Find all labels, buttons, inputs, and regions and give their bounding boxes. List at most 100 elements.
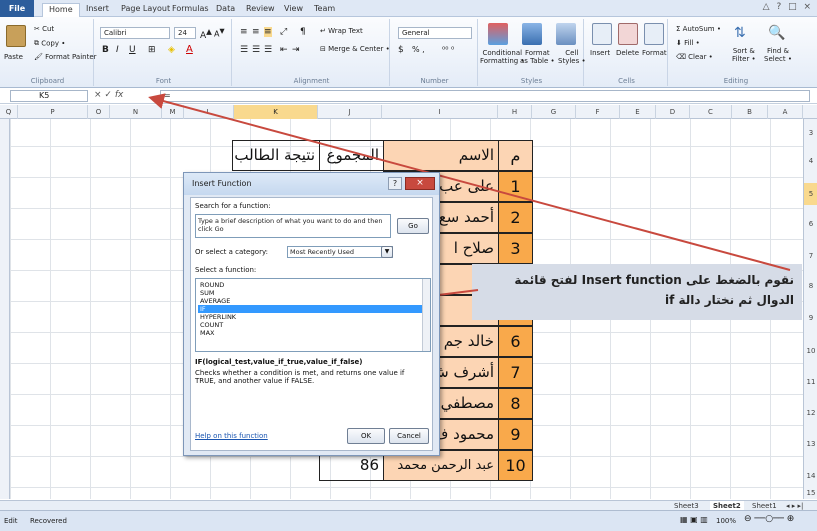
row-header[interactable]: 11 [804,378,817,386]
insert-function-button[interactable]: fx [115,90,124,100]
header-total-cell[interactable]: المجموع [319,140,384,171]
row-header[interactable]: 8 [804,282,817,290]
header-result-cell[interactable]: نتيجة الطالب [232,140,320,171]
font-color-icon[interactable]: A [186,44,193,55]
fill-color-icon[interactable]: ◈ [168,45,175,55]
align-center-icon[interactable]: ☰ [252,45,260,55]
column-header[interactable]: J [318,105,382,119]
currency-icon[interactable]: $ [398,45,404,55]
student-number-cell[interactable]: 9 [498,419,533,450]
category-dropdown-icon[interactable]: ▼ [381,246,393,258]
clear-button[interactable]: ⌫ Clear • [676,53,713,61]
row-header[interactable]: 15 [804,489,817,497]
sort-filter-button[interactable]: Sort & Filter • [732,47,756,63]
borders-icon[interactable]: ⊞ [148,45,156,55]
tab-view[interactable]: View [278,3,309,17]
tab-team[interactable]: Team [308,3,341,17]
function-list-scrollbar[interactable] [422,279,430,351]
row-header[interactable]: 6 [804,220,817,228]
column-header[interactable]: D [656,105,690,119]
formula-input[interactable]: = [160,90,810,102]
dialog-help-button[interactable]: ? [388,177,402,190]
font-name-select[interactable]: Calibri [100,27,170,39]
column-header[interactable]: Q [0,105,18,119]
student-number-cell[interactable]: 6 [498,326,533,357]
student-number-cell[interactable]: 3 [498,233,533,264]
insert-cells-icon[interactable] [592,23,612,45]
conditional-formatting-button[interactable]: Conditional Formatting • [480,49,525,65]
indent-icon[interactable]: ⇤ [280,45,288,55]
row-header[interactable]: 10 [804,347,817,355]
column-header[interactable]: N [110,105,162,119]
font-size-select[interactable]: 24 [174,27,196,39]
conditional-formatting-icon[interactable] [488,23,508,45]
column-header[interactable]: B [732,105,768,119]
shrink-font-button[interactable]: A▼ [214,27,225,39]
function-list-item[interactable]: MAX [198,329,424,337]
function-list-item-selected[interactable]: IF [198,305,424,313]
tab-review[interactable]: Review [240,3,281,17]
find-select-button[interactable]: Find & Select • [764,47,792,63]
row-header[interactable]: 7 [804,252,817,260]
header-name-cell[interactable]: الاسم [383,140,499,171]
column-header[interactable]: O [88,105,110,119]
align-middle-icon[interactable]: ≡ [252,27,260,37]
tab-file[interactable]: File [0,0,34,17]
student-number-cell[interactable]: 1 [498,171,533,202]
tab-formulas[interactable]: Formulas [166,3,215,17]
column-header[interactable]: I [382,105,498,119]
format-painter-button[interactable]: 🖌 Format Painter [34,53,97,61]
function-list[interactable]: ROUND SUM AVERAGE IF HYPERLINK COUNT MAX [195,278,431,352]
orientation-icon[interactable]: ⤢ [280,27,287,37]
paste-button[interactable]: Paste [4,53,23,61]
column-header[interactable]: C [690,105,732,119]
align-top-icon[interactable]: ≡ [240,27,248,37]
wrap-text-button[interactable]: ↵ Wrap Text [320,27,363,35]
window-controls[interactable]: △ ? □ × [763,2,813,12]
binoculars-icon[interactable]: 🔍 [768,25,785,41]
ok-button[interactable]: OK [347,428,385,444]
student-number-cell[interactable]: 7 [498,357,533,388]
column-header[interactable]: G [532,105,576,119]
enter-icon[interactable]: ✓ [104,90,112,100]
bold-button[interactable]: B [102,45,109,55]
align-left-icon[interactable]: ☰ [240,45,248,55]
category-select[interactable]: Most Recently Used [287,246,393,258]
paste-icon[interactable] [6,25,26,47]
column-header[interactable]: M [162,105,184,119]
help-on-function-link[interactable]: Help on this function [195,432,268,440]
row-header[interactable]: 13 [804,440,817,448]
sort-filter-icon[interactable]: ⇅ [734,25,746,41]
student-number-cell[interactable]: 10 [498,450,533,481]
row-header[interactable]: 3 [804,129,817,137]
delete-cells-button[interactable]: Delete [616,49,639,57]
tab-data[interactable]: Data [210,3,241,17]
function-list-item[interactable]: ROUND [198,281,424,289]
column-header[interactable]: H [498,105,532,119]
grow-font-button[interactable]: A▲ [200,27,212,41]
number-format-select[interactable]: General [398,27,472,39]
align-right-icon[interactable]: ☰ [264,45,272,55]
copy-button[interactable]: ⧉ Copy • [34,39,65,48]
zoom-slider[interactable]: ⊖ ──○── ⊕ [744,514,794,524]
underline-button[interactable]: U [129,45,136,55]
column-header[interactable]: L [184,105,234,119]
row-header[interactable]: 12 [804,409,817,417]
function-list-item[interactable]: COUNT [198,321,424,329]
cell-styles-icon[interactable] [556,23,576,45]
dialog-close-button[interactable]: × [405,177,435,190]
rtl-icon[interactable]: ¶ [300,27,306,37]
outdent-icon[interactable]: ⇥ [292,45,300,55]
cut-button[interactable]: ✂ Cut [34,25,54,33]
format-table-icon[interactable] [522,23,542,45]
format-cells-button[interactable]: Format [642,49,667,57]
format-as-table-button[interactable]: Format as Table • [520,49,555,65]
align-bottom-icon[interactable]: ≡ [264,27,272,37]
column-header[interactable]: E [620,105,656,119]
zoom-level[interactable]: 100% [716,517,736,525]
column-header[interactable]: P [18,105,88,119]
header-number-cell[interactable]: م [498,140,533,171]
view-mode-icons[interactable]: ▦ ▣ ▥ [680,515,708,524]
insert-cells-button[interactable]: Insert [590,49,610,57]
row-header[interactable]: 9 [804,314,817,322]
